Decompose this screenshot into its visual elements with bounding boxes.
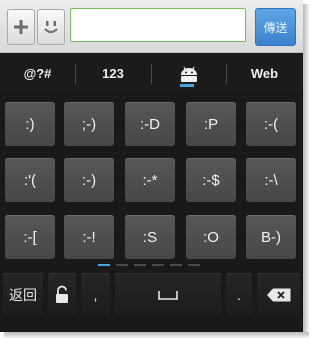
tab-numbers[interactable]: 123	[75, 53, 151, 94]
android-icon	[180, 66, 197, 82]
emoticon-category-tabs: @?# 123 Web	[0, 53, 303, 94]
emoticon-key[interactable]: ;-)	[64, 102, 114, 146]
backspace-icon	[266, 288, 290, 301]
emoticon-key[interactable]: :S	[125, 215, 175, 259]
back-key[interactable]: 返回	[3, 273, 43, 316]
emoticon-key[interactable]: :-D	[125, 102, 175, 146]
screenshot-shadow	[303, 4, 309, 338]
screenshot-shadow	[4, 332, 309, 338]
space-bar-icon	[158, 290, 178, 300]
message-input[interactable]	[70, 8, 246, 42]
delete-key[interactable]	[257, 273, 300, 316]
smiley-icon	[44, 21, 58, 34]
emoticon-key[interactable]: :-\	[246, 158, 296, 202]
emoticon-key[interactable]: :-[	[5, 215, 55, 259]
emoticon-key[interactable]: :)	[5, 102, 55, 146]
space-key[interactable]	[115, 273, 221, 316]
selected-tab-indicator	[180, 84, 194, 87]
emoticon-key[interactable]: :'(	[5, 158, 55, 202]
lock-icon	[56, 285, 68, 303]
period-key[interactable]: .	[226, 273, 252, 316]
comma-key[interactable]: ,	[81, 273, 110, 316]
emoticon-key[interactable]: :O	[186, 215, 236, 259]
emoticon-key[interactable]: :-!	[64, 215, 114, 259]
add-button[interactable]	[7, 9, 35, 45]
phone-screen: 傳送 @?# 123 Web :) ;-) :-D :P :-( :'( :-)…	[0, 0, 303, 332]
page-indicator	[134, 264, 146, 266]
emoji-button[interactable]	[37, 9, 65, 45]
emoticon-key[interactable]: :-)	[64, 158, 114, 202]
emoticon-key[interactable]: B-)	[246, 215, 296, 259]
emoticon-key[interactable]: :-(	[246, 102, 296, 146]
page-indicator	[188, 264, 200, 266]
tab-emoticons[interactable]	[151, 53, 226, 94]
emoticon-key[interactable]: :P	[186, 102, 236, 146]
tab-symbols[interactable]: @?#	[0, 53, 75, 94]
plus-icon	[14, 20, 28, 34]
page-indicator	[170, 264, 182, 266]
page-indicator	[152, 264, 164, 266]
tab-web[interactable]: Web	[226, 53, 303, 94]
emoticon-key[interactable]: :-*	[125, 158, 175, 202]
send-button[interactable]: 傳送	[255, 8, 296, 46]
compose-bar: 傳送	[0, 0, 303, 53]
page-indicator	[116, 264, 128, 266]
emoticon-key[interactable]: :-$	[186, 158, 236, 202]
page-indicator-active	[98, 264, 110, 266]
shift-lock-key[interactable]	[48, 273, 76, 316]
